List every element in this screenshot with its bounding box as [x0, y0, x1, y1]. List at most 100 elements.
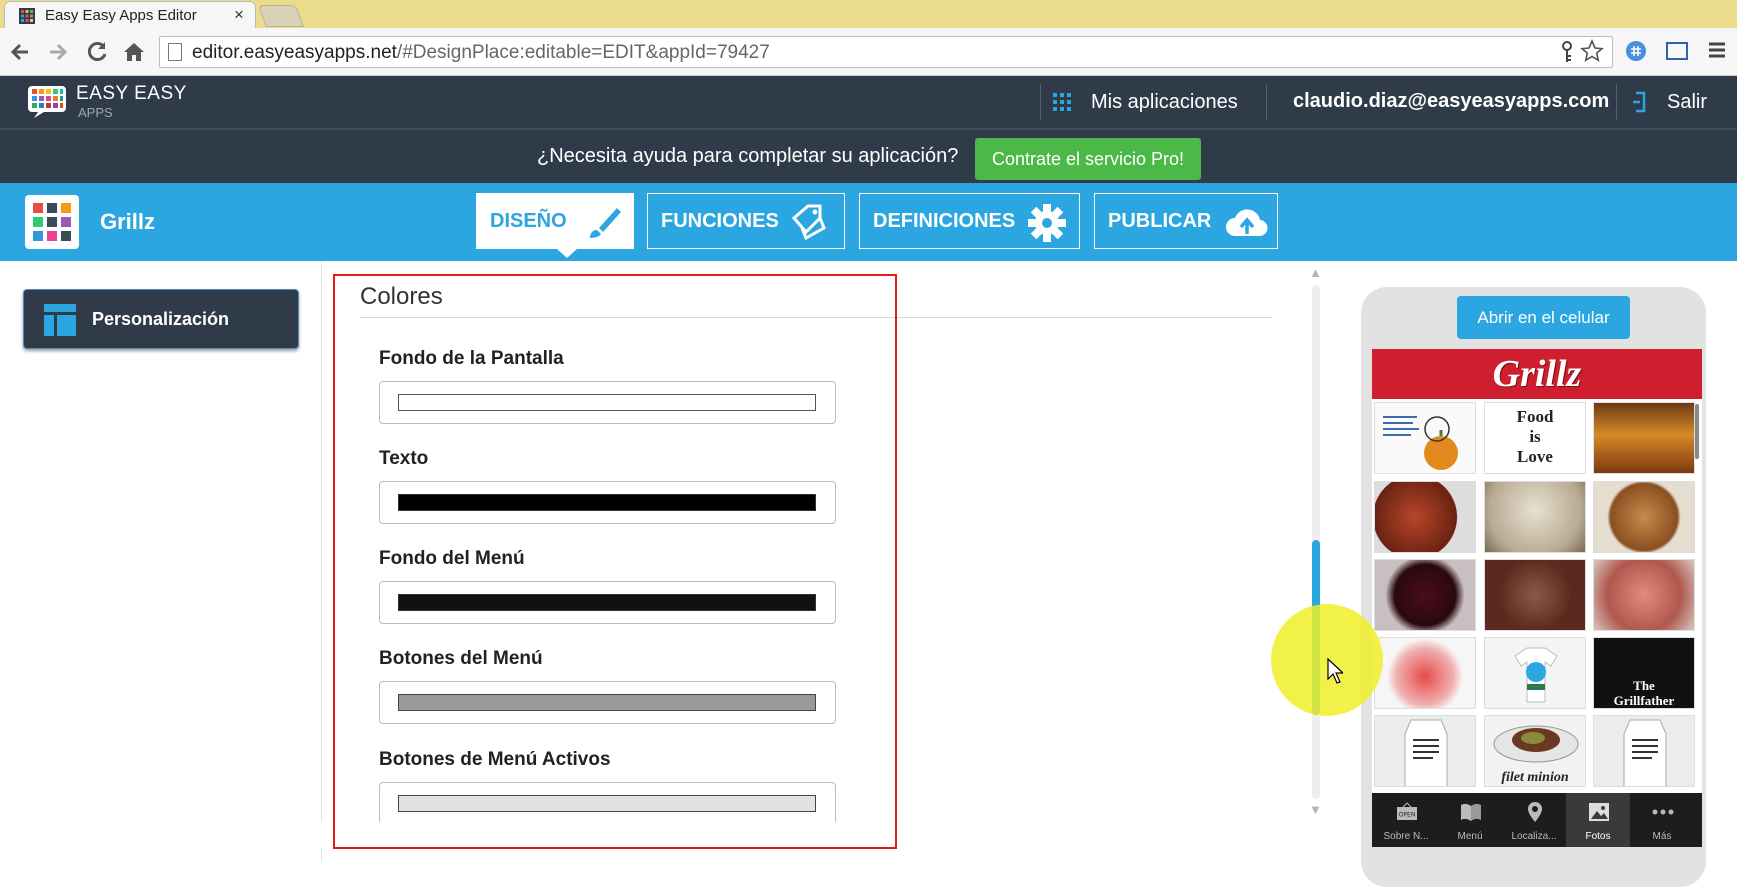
bookmark-star-icon[interactable]	[1580, 38, 1604, 69]
photo-thumbnail[interactable]	[1593, 481, 1695, 553]
tab-diseno[interactable]: DISEÑO	[476, 193, 634, 249]
browser-tab-title: Easy Easy Apps Editor	[45, 7, 197, 24]
header-divider	[1616, 84, 1617, 120]
photo-thumbnail[interactable]	[1484, 481, 1586, 553]
sidebar-item-label: Personalización	[92, 309, 230, 329]
sidebar-item-personalizacion[interactable]: Personalización	[23, 289, 299, 349]
photo-thumbnail[interactable]	[1374, 559, 1476, 631]
hire-pro-button[interactable]: Contrate el servicio Pro!	[975, 138, 1201, 180]
open-sign-icon: OPEN	[1397, 802, 1417, 820]
forward-arrow-icon[interactable]	[44, 38, 72, 66]
preview-nav-fotos[interactable]: Fotos	[1566, 793, 1630, 847]
app-name: Grillz	[100, 209, 156, 234]
preview-nav-label: Sobre N...	[1383, 831, 1429, 842]
photo-thumbnail[interactable]	[1484, 637, 1586, 709]
tab-label: PUBLICAR	[1108, 210, 1212, 232]
photo-grid: Food is Love The Grillfather filet minio…	[1374, 402, 1700, 792]
photo-thumbnail[interactable]	[1484, 559, 1586, 631]
preview-bottom-nav: OPEN Sobre N... Menú Localiza... Fotos M…	[1372, 793, 1702, 847]
open-on-phone-button[interactable]: Abrir en el celular	[1457, 296, 1630, 339]
preview-nav-sobre[interactable]: OPEN Sobre N...	[1374, 793, 1438, 847]
phone-screen: Grillz Food is Love The Grillfather file…	[1372, 349, 1702, 847]
user-email[interactable]: claudio.diaz@easyeasyapps.com	[1293, 90, 1609, 113]
app-toolbar: Grillz DISEÑO FUNCIONES DEFINICIONES PUB…	[0, 183, 1737, 261]
preview-header: Grillz	[1372, 349, 1702, 399]
photo-thumbnail[interactable]	[1593, 559, 1695, 631]
scroll-up-arrow-icon[interactable]: ▲	[1309, 265, 1322, 280]
app-favicon-icon	[19, 8, 35, 24]
preview-nav-label: Más	[1652, 831, 1672, 842]
menu-hamburger-icon[interactable]	[1707, 40, 1727, 66]
app-icon[interactable]	[25, 195, 79, 249]
pumpkin-card-image-icon	[1383, 416, 1458, 470]
apron-image-icon	[1404, 719, 1448, 786]
apron-image-icon	[1623, 719, 1667, 786]
photo-thumbnail[interactable]	[1374, 402, 1476, 474]
layout-icon	[44, 304, 76, 336]
photo-thumbnail[interactable]	[1374, 637, 1476, 709]
photo-thumbnail[interactable]: Food is Love	[1484, 402, 1586, 474]
tab-close-icon[interactable]: ×	[234, 5, 244, 25]
photo-thumbnail[interactable]	[1593, 715, 1695, 787]
browser-toolbar: editor.easyeasyapps.net/#DesignPlace:edi…	[0, 28, 1737, 76]
open-sign-text: OPEN	[1399, 812, 1416, 819]
header-divider	[1040, 84, 1041, 120]
header-divider	[1266, 84, 1267, 120]
home-icon[interactable]	[120, 38, 148, 66]
paintbrush-icon	[590, 208, 621, 238]
highlight-annotation	[333, 274, 897, 849]
photo-thumbnail[interactable]	[1374, 481, 1476, 553]
page-icon	[168, 43, 182, 61]
help-text: ¿Necesita ayuda para completar su aplica…	[537, 145, 959, 167]
preview-nav-label: Localiza...	[1511, 831, 1557, 842]
tab-label: FUNCIONES	[661, 210, 779, 232]
tab-funciones[interactable]: FUNCIONES	[647, 193, 845, 249]
back-arrow-icon[interactable]	[6, 38, 34, 66]
preview-scroll-indicator	[1695, 404, 1699, 459]
tab-label: DISEÑO	[490, 210, 567, 232]
my-apps-link[interactable]: Mis aplicaciones	[1091, 91, 1238, 114]
photo-thumbnail[interactable]: The Grillfather	[1593, 637, 1695, 709]
photo-caption: Food is Love	[1516, 407, 1554, 466]
cloud-upload-icon	[1226, 209, 1268, 237]
logout-link[interactable]: Salir	[1667, 91, 1707, 114]
reload-icon[interactable]	[83, 38, 111, 66]
grid-icon[interactable]	[1053, 93, 1071, 111]
url-path: /#DesignPlace:editable=EDIT&appId=79427	[396, 42, 770, 63]
photo-icon	[1589, 803, 1609, 821]
tab-definiciones[interactable]: DEFINICIONES	[859, 193, 1080, 249]
preview-app-title: Grillz	[1492, 353, 1582, 395]
url-host: editor.easyeasyapps.net	[192, 42, 397, 63]
photo-thumbnail[interactable]: filet minion	[1484, 715, 1586, 787]
mouse-cursor-icon	[1327, 658, 1343, 684]
photo-caption: filet minion	[1501, 770, 1569, 785]
book-icon	[1461, 803, 1481, 821]
url-text: editor.easyeasyapps.net/#DesignPlace:edi…	[192, 42, 770, 64]
fullscreen-icon[interactable]	[1665, 40, 1689, 68]
preview-nav-localizacion[interactable]: Localiza...	[1502, 793, 1566, 847]
logo-wordmark: EASY EASY	[76, 83, 187, 104]
address-bar[interactable]: editor.easyeasyapps.net/#DesignPlace:edi…	[159, 36, 1613, 68]
logout-icon[interactable]	[1632, 90, 1648, 114]
photo-caption: The Grillfather	[1613, 678, 1675, 708]
active-tab-caret	[557, 249, 577, 258]
new-tab-button[interactable]	[257, 5, 305, 27]
easy-easy-apps-logo-icon	[28, 86, 66, 118]
panel-scrollbar[interactable]: ▲ ▼	[1305, 265, 1327, 821]
extension-icon[interactable]	[1625, 40, 1647, 68]
preview-nav-menu[interactable]: Menú	[1438, 793, 1502, 847]
preview-nav-label: Menú	[1457, 831, 1483, 842]
more-icon	[1652, 809, 1674, 815]
tab-publicar[interactable]: PUBLICAR	[1094, 193, 1278, 249]
photo-thumbnail[interactable]	[1593, 402, 1695, 474]
photo-thumbnail[interactable]	[1374, 715, 1476, 787]
gear-icon	[1028, 204, 1066, 242]
scroll-down-arrow-icon[interactable]: ▼	[1309, 802, 1322, 817]
tag-icon	[791, 204, 826, 241]
preview-nav-mas[interactable]: Más	[1630, 793, 1694, 847]
logo-subtitle: APPS	[78, 105, 113, 120]
tshirt-image-icon	[1514, 647, 1558, 703]
browser-tab[interactable]: Easy Easy Apps Editor ×	[4, 1, 256, 29]
key-icon[interactable]	[1560, 41, 1574, 68]
browser-tabstrip: Easy Easy Apps Editor ×	[0, 0, 1737, 29]
